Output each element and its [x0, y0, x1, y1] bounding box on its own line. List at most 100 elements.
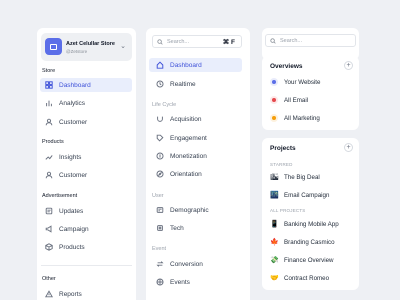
project-label: Branding Casmico: [284, 238, 335, 246]
user-icon: [44, 118, 53, 127]
nav-item-label: Realtime: [170, 80, 196, 88]
nav-item-acquisition[interactable]: Acquisition: [149, 112, 242, 126]
email-icon: [270, 96, 278, 104]
money-icon: 💸: [270, 256, 279, 264]
leaf-icon: 🍁: [270, 238, 279, 246]
sidebar-item-label: Dashboard: [59, 81, 91, 89]
demographic-icon: [155, 206, 164, 215]
project-item-branding[interactable]: 🍁 Branding Casmico: [270, 236, 335, 248]
project-label: Finance Overview: [284, 256, 334, 264]
search-icon: [270, 37, 276, 44]
search-icon: [157, 38, 163, 45]
phone-icon: 📱: [270, 220, 279, 228]
store-logo-icon: [45, 38, 62, 55]
overview-item-marketing[interactable]: All Marketing: [270, 112, 320, 124]
starred-label: STARRED: [270, 162, 293, 167]
section-title-advertisement: Advertisement: [42, 193, 78, 199]
analytics-nav: Search... ⌘ F Dashboard Realtime Life Cy…: [146, 28, 250, 300]
project-item-contract[interactable]: 🤝 Contract Romeo: [270, 272, 329, 284]
handshake-icon: 🤝: [270, 274, 279, 282]
section-title-event: Event: [152, 246, 167, 252]
overview-label: All Email: [284, 96, 309, 104]
nav-item-label: Tech: [170, 224, 184, 232]
sidebar-item-label: Reports: [59, 290, 82, 298]
user-icon: [44, 171, 53, 180]
overview-item-website[interactable]: Your Website: [270, 76, 320, 88]
right-search-input[interactable]: Search...: [265, 34, 356, 47]
sidebar-item-campaign[interactable]: Campaign: [40, 222, 132, 236]
project-item-email-campaign[interactable]: 🌃 Email Campaign: [270, 189, 329, 201]
project-item-finance[interactable]: 💸 Finance Overview: [270, 254, 334, 266]
compass-icon: [155, 170, 164, 179]
grid-icon: [44, 81, 53, 90]
coin-icon: [155, 152, 164, 161]
nav-item-realtime[interactable]: Realtime: [149, 77, 242, 91]
nav-item-label: Demographic: [170, 206, 209, 214]
section-title-store: Store: [42, 68, 56, 74]
clock-icon: [155, 80, 164, 89]
sidebar-item-label: Updates: [59, 207, 84, 215]
overviews-card: Overviews + Your Website All Email All M…: [262, 56, 359, 130]
chevron-down-icon[interactable]: ⌄: [120, 42, 126, 50]
shortcut-hint: ⌘ F: [222, 38, 235, 46]
nav-item-monetization[interactable]: Monetization: [149, 149, 242, 163]
overview-item-email[interactable]: All Email: [270, 94, 308, 106]
all-projects-label: ALL PROJECTS: [270, 208, 306, 213]
search-placeholder: Search...: [167, 38, 190, 45]
magnet-icon: [155, 115, 164, 124]
nav-item-label: Conversion: [170, 260, 203, 268]
nav-item-tech[interactable]: Tech: [149, 221, 242, 235]
updates-icon: [44, 207, 53, 216]
section-title-other: Other: [42, 276, 56, 282]
nav-item-events[interactable]: Events: [149, 275, 242, 289]
project-item-banking[interactable]: 📱 Banking Mobile App: [270, 218, 339, 230]
projects-title: Projects: [270, 145, 296, 152]
add-project-button[interactable]: +: [344, 143, 353, 152]
nav-item-label: Dashboard: [170, 61, 202, 69]
sidebar-item-label: Insights: [59, 153, 82, 161]
divider: [41, 265, 132, 266]
store-name: Azet Celullar Store: [66, 41, 115, 47]
store-switcher[interactable]: Azet Celullar Store @Zetstore ⌄: [41, 33, 132, 61]
sidebar-item-label: Campaign: [59, 225, 89, 233]
sidebar-item-updates[interactable]: Updates: [40, 204, 132, 218]
project-thumbnail-icon: 🌃: [270, 191, 279, 199]
nav-item-label: Acquisition: [170, 115, 202, 123]
home-icon: [155, 61, 164, 70]
nav-item-conversion[interactable]: Conversion: [149, 257, 242, 271]
nav-item-dashboard[interactable]: Dashboard: [149, 58, 242, 72]
section-title-products: Products: [42, 139, 64, 145]
search-input[interactable]: Search... ⌘ F: [152, 35, 242, 48]
nav-item-engagement[interactable]: Engagement: [149, 131, 242, 145]
sidebar-item-reports[interactable]: Reports: [40, 287, 132, 300]
store-sidebar: Azet Celullar Store @Zetstore ⌄ Store Da…: [37, 28, 136, 300]
sidebar-item-dashboard[interactable]: Dashboard: [40, 78, 132, 92]
megaphone-icon: [44, 225, 53, 234]
marketing-icon: [270, 114, 278, 122]
nav-item-label: Events: [170, 278, 190, 286]
project-label: The Big Deal: [284, 173, 320, 181]
nav-item-label: Monetization: [170, 152, 207, 160]
nav-item-demographic[interactable]: Demographic: [149, 203, 242, 217]
insights-icon: [44, 153, 53, 162]
conversion-icon: [155, 260, 164, 269]
add-overview-button[interactable]: +: [344, 61, 353, 70]
project-label: Email Campaign: [284, 191, 330, 199]
section-title-life-cycle: Life Cycle: [152, 102, 177, 108]
sidebar-item-analytics[interactable]: Analytics: [40, 96, 132, 110]
sidebar-item-product-customer[interactable]: Customer: [40, 168, 132, 182]
sidebar-item-insights[interactable]: Insights: [40, 150, 132, 164]
tech-icon: [155, 224, 164, 233]
sidebar-item-label: Products: [59, 243, 85, 251]
sidebar-item-products[interactable]: Products: [40, 240, 132, 254]
nav-item-label: Orientation: [170, 170, 202, 178]
nav-item-orientation[interactable]: Orientation: [149, 167, 242, 181]
projects-card: Projects + STARRED 🏙 The Big Deal 🌃 Emai…: [262, 138, 359, 290]
search-placeholder: Search...: [280, 37, 303, 44]
events-icon: [155, 278, 164, 287]
project-label: Contract Romeo: [284, 274, 330, 282]
sidebar-item-customer[interactable]: Customer: [40, 115, 132, 129]
sidebar-item-label: Customer: [59, 171, 88, 179]
nav-item-label: Engagement: [170, 134, 207, 142]
project-item-big-deal[interactable]: 🏙 The Big Deal: [270, 171, 320, 183]
